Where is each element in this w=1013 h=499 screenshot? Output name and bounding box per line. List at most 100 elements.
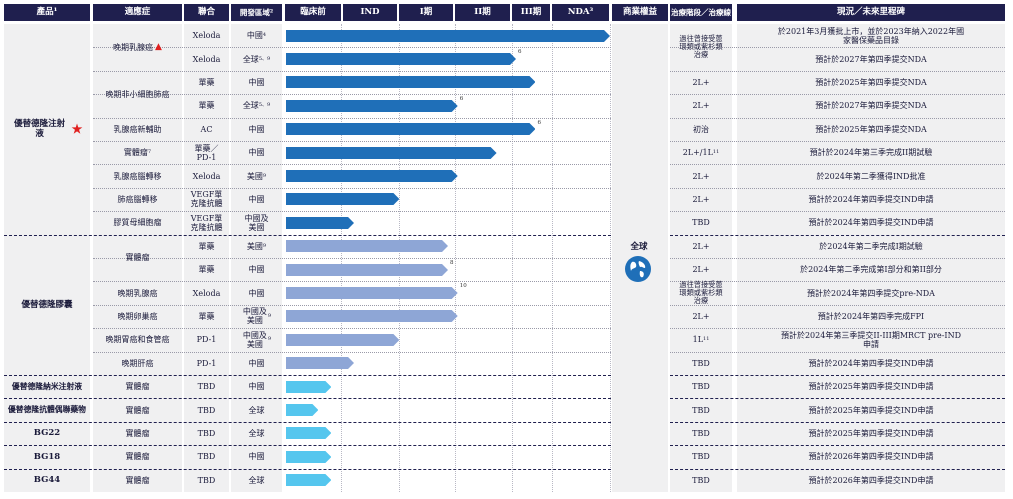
region-cell: 美國 9 [231, 164, 282, 187]
header-ind: IND [343, 4, 397, 21]
indication-label: 晚期肝癌 [121, 358, 154, 368]
progress-bar [286, 240, 448, 253]
combo-cell: 單藥 [198, 311, 215, 321]
progress-bar-shape [286, 357, 355, 370]
header-combo: 聯合 [184, 4, 229, 21]
progress-bar-shape [286, 380, 332, 393]
combo-cell: VEGF單克隆抗體 [190, 190, 223, 209]
region-label: 中國 [248, 288, 265, 298]
region-label: 全球 [242, 101, 259, 111]
header-rights: 商業權益 [612, 4, 668, 21]
status-cell: 於2021年3月獲批上市，並於2023年納入2022年國家醫保藥品目錄 [777, 26, 965, 45]
bar-footnote: 6 [537, 119, 541, 126]
combo-cell: 單藥 [198, 241, 215, 251]
line-cell: 2L+ [670, 235, 732, 258]
region-cell: 中國 [231, 445, 282, 468]
progress-bar [286, 99, 458, 112]
indication-label: 晚期乳腺癌 [113, 42, 154, 52]
progress-bar [286, 169, 458, 182]
pipeline-table: 產品¹ 適應症 聯合 開發區域² 臨床前 IND I期 II期 III期 NDA³ 商業權益 治療階段… [0, 0, 1013, 499]
combo-cell: Xeloda [192, 171, 221, 181]
progress-bar-shape [286, 427, 332, 440]
region-cell: 中國 [231, 71, 282, 94]
region-label: 中國 [248, 77, 265, 87]
region-cell: 中國及美國 9 [231, 305, 282, 328]
bar-footnote: 6 [459, 96, 464, 103]
line-label: 2L+ [692, 311, 710, 321]
progress-bar [286, 474, 332, 487]
indication-cell: 實體瘤 [93, 445, 182, 468]
region-label: 全球 [242, 54, 259, 64]
line-cell: TBD [670, 445, 732, 468]
combo-cell: VEGF單克隆抗體 [190, 213, 223, 232]
combo-cell: 單藥 [198, 101, 215, 111]
region-cell: 中國 [231, 141, 282, 164]
header-preclinical: 臨床前 [285, 4, 341, 21]
indication-label: 乳腺癌新輔助 [113, 124, 162, 134]
region-label: 中國 [248, 194, 265, 204]
status-cell: 預計於2027年第四季提交NDA [815, 101, 927, 111]
progress-bar [286, 333, 400, 346]
region-cell: 中國及美國 [231, 211, 282, 234]
combo-cell: 單藥 [198, 77, 215, 87]
footnote: 9 [262, 242, 267, 249]
combo-cell: 單藥 [198, 265, 215, 275]
combo-cell: TBD [197, 475, 216, 485]
line-label: 2L+ [692, 194, 710, 204]
region-cell: 全球 [231, 398, 282, 421]
indication-cell: 實體瘤 [93, 469, 182, 492]
footnote: 11 [712, 149, 720, 156]
line-label: 2L+/1L [682, 148, 713, 158]
rights-label: 全球 [630, 242, 648, 252]
triangle-icon: ▲ [155, 41, 162, 52]
progress-bar-shape [286, 474, 332, 487]
indication-label: 晚期卵巢癌 [117, 311, 158, 321]
footnote: 9 [267, 336, 272, 343]
indication-cell: 晚期卵巢癌 [93, 305, 182, 328]
line-cell: TBD [670, 352, 732, 375]
footnote: 7 [147, 149, 152, 156]
region-cell: 全球 5、9 [231, 94, 282, 117]
region-label: 中國 [248, 148, 265, 158]
status-cell: 於2024年第二季完成I期試驗 [819, 241, 923, 251]
globe-icon [625, 256, 651, 282]
product-label: 優替德隆膠囊 [21, 299, 73, 310]
indication-label: 實體瘤 [125, 405, 150, 415]
status-cell: 預計於2024年第四季提交pre-NDA [807, 288, 935, 298]
line-cell: 2L+ [670, 94, 732, 117]
indication-cell: 晚期乳腺癌 [93, 281, 182, 304]
status-cell: 預計於2024年第四季提交IND申請 [808, 358, 934, 368]
region-cell: 中國 [231, 118, 282, 141]
region-cell: 中國 4 [231, 24, 282, 47]
status-cell: 於2024年第二季獲得IND批准 [816, 171, 926, 181]
progress-bar [286, 357, 355, 370]
line-cell: TBD [670, 211, 732, 234]
product-name: 優替德隆注射液 ★ [4, 24, 90, 235]
footnote: 11 [703, 336, 710, 343]
progress-bar-shape [286, 76, 536, 89]
line-label: TBD [692, 358, 710, 368]
region-label: 美國 [246, 241, 263, 251]
combo-cell: TBD [197, 405, 216, 415]
product-name: BG18 [4, 445, 90, 468]
region-label: 中國 [246, 31, 263, 41]
status-cell: 預計於2025年第四季提交NDA [815, 124, 927, 134]
region-label: 中國及美國 [244, 213, 269, 232]
status-cell: 預計於2024年第四季提交IND申請 [808, 194, 934, 204]
region-cell: 中國 [231, 188, 282, 211]
line-cell: 2L+ [670, 188, 732, 211]
region-cell: 全球 5、9 [231, 47, 282, 70]
line-label: TBD [692, 382, 710, 392]
indication-label: 晚期胃癌和食管癌 [105, 335, 170, 345]
product-name: 優替德隆膠囊 [4, 235, 90, 375]
indication-cell: 膠質母細胞瘤 [93, 211, 182, 234]
header-phase1: I期 [399, 4, 453, 21]
line-cell: TBD [670, 398, 732, 421]
line-cell: 2L+ [670, 258, 732, 281]
progress-bar-shape [286, 169, 458, 182]
star-icon: ★ [71, 122, 83, 137]
bar-footnote: 8 [450, 260, 454, 266]
line-cell: 2L+/1L 11 [670, 141, 732, 164]
indication-cell: 實體瘤 [93, 422, 182, 445]
progress-bar-shape [286, 450, 332, 463]
